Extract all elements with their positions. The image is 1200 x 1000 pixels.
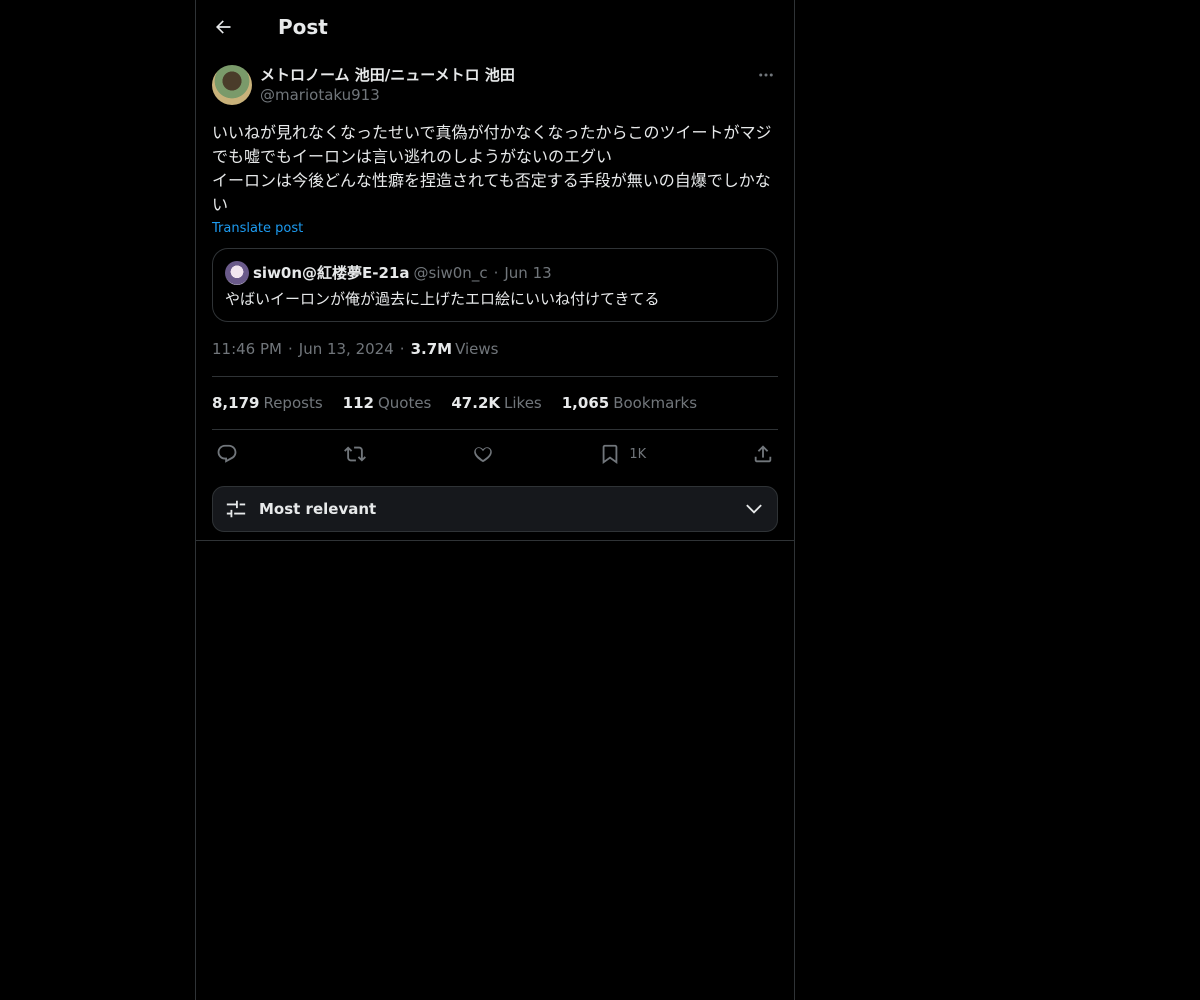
post-author: メトロノーム 池田/ニューメトロ 池田 @mariotaku913	[212, 65, 778, 105]
separator-dot: ·	[493, 264, 499, 282]
bookmark-button[interactable]: 1K	[599, 443, 646, 465]
arrow-left-icon	[216, 19, 231, 34]
quoted-handle: @siw0n_c	[413, 264, 488, 282]
bookmark-count: 1K	[629, 446, 647, 462]
sort-replies-dropdown[interactable]: Most relevant	[212, 486, 778, 532]
sort-label: Most relevant	[259, 500, 377, 518]
bookmarks-count: 1,065	[561, 394, 610, 412]
quoted-text: やばいイーロンが俺が過去に上げたエロ絵にいいね付けてきてる	[225, 290, 660, 308]
avatar[interactable]	[212, 65, 252, 105]
primary-column: Post メトロノーム 池田/ニューメトロ 池田 @mariotaku913 い…	[195, 0, 795, 1000]
top-bar: Post	[196, 0, 794, 53]
sliders-icon	[226, 500, 246, 518]
likes-stat[interactable]: 47.2K Likes	[451, 394, 541, 412]
likes-count: 47.2K	[451, 394, 501, 412]
page-title: Post	[278, 14, 328, 39]
section-divider	[196, 532, 794, 541]
quoted-date: Jun 13	[504, 264, 552, 282]
post-time-link[interactable]: 11:46 PM	[212, 340, 282, 358]
separator-dot: ·	[399, 340, 405, 358]
separator-dot: ·	[287, 340, 293, 358]
translate-post-link[interactable]: Translate post	[212, 221, 303, 236]
post-meta: 11:46 PM · Jun 13, 2024 · 3.7M Views	[212, 338, 778, 360]
quotes-stat[interactable]: 112 Quotes	[343, 394, 432, 412]
action-bar: 1K	[212, 430, 778, 478]
share-button[interactable]	[752, 443, 774, 465]
engagement-stats: 8,179 Reposts 112 Quotes 47.2K Likes 1,065 B…	[212, 376, 778, 430]
bookmarks-stat[interactable]: 1,065 Bookmarks	[562, 394, 697, 412]
reposts-label: Reposts	[263, 394, 323, 412]
chevron-down-icon	[746, 504, 762, 514]
quoted-display-name: siw0n@紅楼夢E-21a	[253, 264, 410, 282]
quotes-count: 112	[342, 394, 374, 412]
quotes-label: Quotes	[377, 394, 432, 412]
post: メトロノーム 池田/ニューメトロ 池田 @mariotaku913 いいねが見れ…	[196, 65, 794, 541]
author-handle[interactable]: @mariotaku913	[260, 85, 515, 105]
likes-label: Likes	[504, 394, 542, 412]
reposts-stat[interactable]: 8,179 Reposts	[212, 394, 323, 412]
views-label: Views	[455, 340, 499, 358]
quoted-post[interactable]: siw0n@紅楼夢E-21a @siw0n_c · Jun 13 やばいイーロン…	[212, 248, 778, 322]
more-horizontal-icon	[759, 73, 773, 77]
reply-button[interactable]	[216, 443, 238, 465]
quoted-avatar	[225, 261, 249, 285]
author-display-name[interactable]: メトロノーム 池田/ニューメトロ 池田	[260, 65, 515, 85]
reply-icon	[217, 444, 237, 463]
repost-icon	[343, 446, 366, 462]
reposts-count: 8,179	[212, 394, 260, 412]
share-icon	[754, 445, 772, 463]
repost-button[interactable]	[343, 443, 366, 465]
bookmark-icon	[603, 444, 618, 465]
quoted-post-header: siw0n@紅楼夢E-21a @siw0n_c · Jun 13	[225, 261, 765, 285]
like-button[interactable]	[472, 443, 494, 465]
post-text: いいねが見れなくなったせいで真偽が付かなくなったからこのツイートがマジでも嘘でも…	[212, 123, 772, 214]
bookmarks-label: Bookmarks	[613, 394, 698, 412]
post-date-link[interactable]: Jun 13, 2024	[299, 340, 394, 358]
more-button[interactable]	[754, 65, 778, 85]
back-button[interactable]	[206, 10, 240, 44]
author-names: メトロノーム 池田/ニューメトロ 池田 @mariotaku913	[260, 65, 515, 105]
views-count: 3.7M	[410, 340, 453, 358]
heart-icon	[473, 447, 492, 463]
